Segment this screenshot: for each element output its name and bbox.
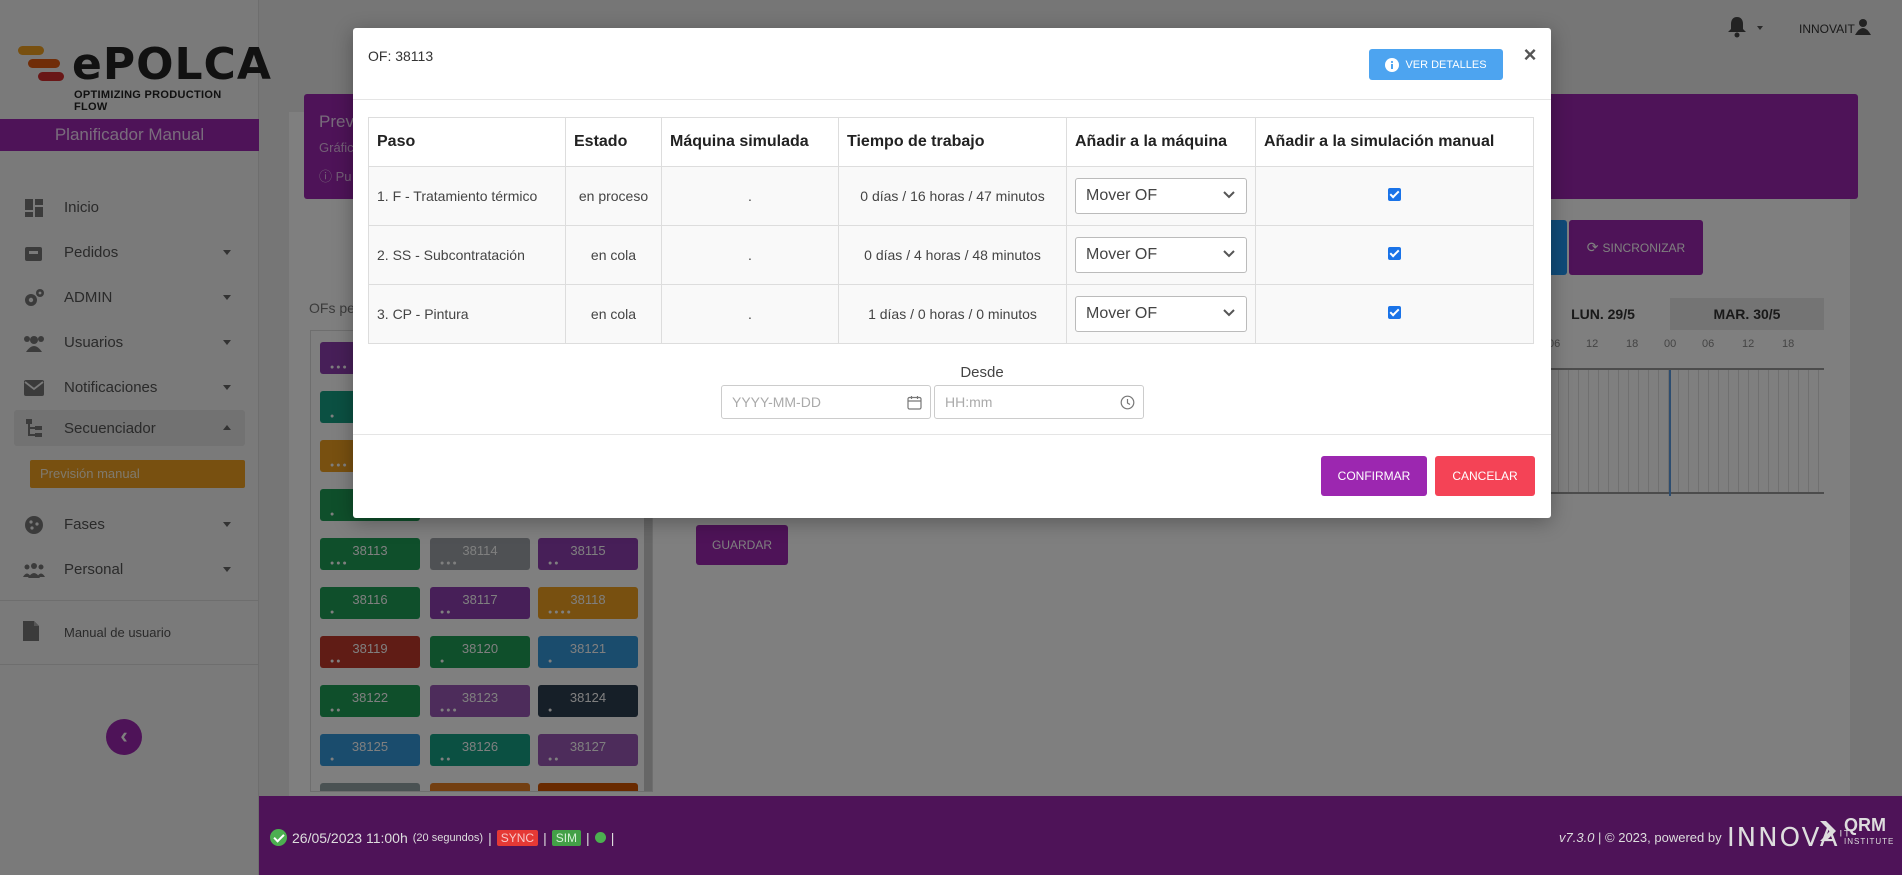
status-interval: (20 segundos) — [412, 831, 484, 844]
qrm-logo[interactable]: QRM INSTITUTE — [1818, 815, 1898, 855]
add-to-simulation-checkbox[interactable] — [1388, 306, 1401, 319]
version-info: v7.3.0 | © 2023, powered by — [1559, 830, 1722, 845]
status-bar: 26/05/2023 11:00h (20 segundos) | SYNC |… — [270, 829, 614, 846]
version-number: v7.3.0 — [1559, 830, 1595, 845]
steps-table: Paso Estado Máquina simulada Tiempo de t… — [368, 117, 1534, 344]
status-datetime: 26/05/2023 11:00h — [292, 829, 408, 846]
info-icon — [1385, 57, 1400, 72]
select-value: Mover OF — [1086, 305, 1158, 322]
qrm-logo-text: QRM — [1844, 815, 1886, 835]
cell-maquina: . — [661, 284, 839, 344]
cell-accion: Mover OF — [1066, 284, 1256, 344]
cell-estado: en cola — [565, 225, 662, 285]
cell-tiempo: 0 días / 16 horas / 47 minutos — [838, 166, 1067, 226]
add-to-simulation-checkbox[interactable] — [1388, 188, 1401, 201]
chevron-down-icon — [1223, 191, 1235, 199]
machine-action-select[interactable]: Mover OF — [1075, 178, 1247, 214]
desde-label: Desde — [960, 364, 1004, 381]
cell-checkbox — [1255, 225, 1534, 285]
select-value: Mover OF — [1086, 187, 1158, 204]
copyright: | © 2023, powered by — [1598, 830, 1722, 845]
cell-paso: 3. CP - Pintura — [368, 284, 566, 344]
table-header-row: Paso Estado Máquina simulada Tiempo de t… — [368, 117, 1534, 167]
of-modal: OF: 38113 VER DETALLES × Paso Estado Máq… — [353, 28, 1551, 518]
qrm-logo-sub: INSTITUTE — [1844, 837, 1895, 846]
cell-maquina: . — [661, 166, 839, 226]
chevron-down-icon — [1223, 309, 1235, 317]
sim-badge: SIM — [551, 829, 582, 846]
time-placeholder: HH:mm — [945, 394, 993, 410]
connection-status-icon — [594, 832, 606, 843]
sync-badge: SYNC — [496, 829, 539, 846]
cell-checkbox — [1255, 284, 1534, 344]
table-row: 2. SS - Subcontratación en cola . 0 días… — [368, 225, 1534, 285]
modal-header-divider — [353, 99, 1551, 100]
cell-estado: en cola — [565, 284, 662, 344]
col-maquina: Máquina simulada — [661, 117, 839, 167]
check-circle-icon — [270, 829, 287, 846]
calendar-icon — [907, 396, 922, 410]
cell-paso: 1. F - Tratamiento térmico — [368, 166, 566, 226]
cell-checkbox — [1255, 166, 1534, 226]
machine-action-select[interactable]: Mover OF — [1075, 296, 1247, 332]
col-anadir-simulacion: Añadir a la simulación manual — [1255, 117, 1534, 167]
col-anadir-maquina: Añadir a la máquina — [1066, 117, 1256, 167]
date-placeholder: YYYY-MM-DD — [732, 394, 821, 410]
cell-accion: Mover OF — [1066, 225, 1256, 285]
col-estado: Estado — [565, 117, 662, 167]
confirm-button[interactable]: CONFIRMAR — [1321, 456, 1427, 496]
add-to-simulation-checkbox[interactable] — [1388, 247, 1401, 260]
col-paso: Paso — [368, 117, 566, 167]
cancel-button[interactable]: CANCELAR — [1435, 456, 1535, 496]
view-details-label: VER DETALLES — [1405, 58, 1487, 71]
qrm-logo-icon — [1820, 821, 1836, 841]
cell-tiempo: 0 días / 4 horas / 48 minutos — [838, 225, 1067, 285]
cell-estado: en proceso — [565, 166, 662, 226]
close-icon[interactable]: × — [1521, 44, 1539, 66]
chevron-down-icon — [1223, 250, 1235, 258]
machine-action-select[interactable]: Mover OF — [1075, 237, 1247, 273]
view-details-button[interactable]: VER DETALLES — [1369, 49, 1503, 80]
clock-icon — [1120, 395, 1135, 410]
cell-paso: 2. SS - Subcontratación — [368, 225, 566, 285]
date-input[interactable]: YYYY-MM-DD — [721, 385, 931, 419]
table-row: 1. F - Tratamiento térmico en proceso . … — [368, 166, 1534, 226]
time-input[interactable]: HH:mm — [934, 385, 1144, 419]
select-value: Mover OF — [1086, 246, 1158, 263]
table-row: 3. CP - Pintura en cola . 1 días / 0 hor… — [368, 284, 1534, 344]
modal-title: OF: 38113 — [368, 48, 434, 64]
cell-tiempo: 1 días / 0 horas / 0 minutos — [838, 284, 1067, 344]
cell-maquina: . — [661, 225, 839, 285]
modal-footer-divider — [353, 434, 1551, 435]
cell-accion: Mover OF — [1066, 166, 1256, 226]
col-tiempo: Tiempo de trabajo — [838, 117, 1067, 167]
